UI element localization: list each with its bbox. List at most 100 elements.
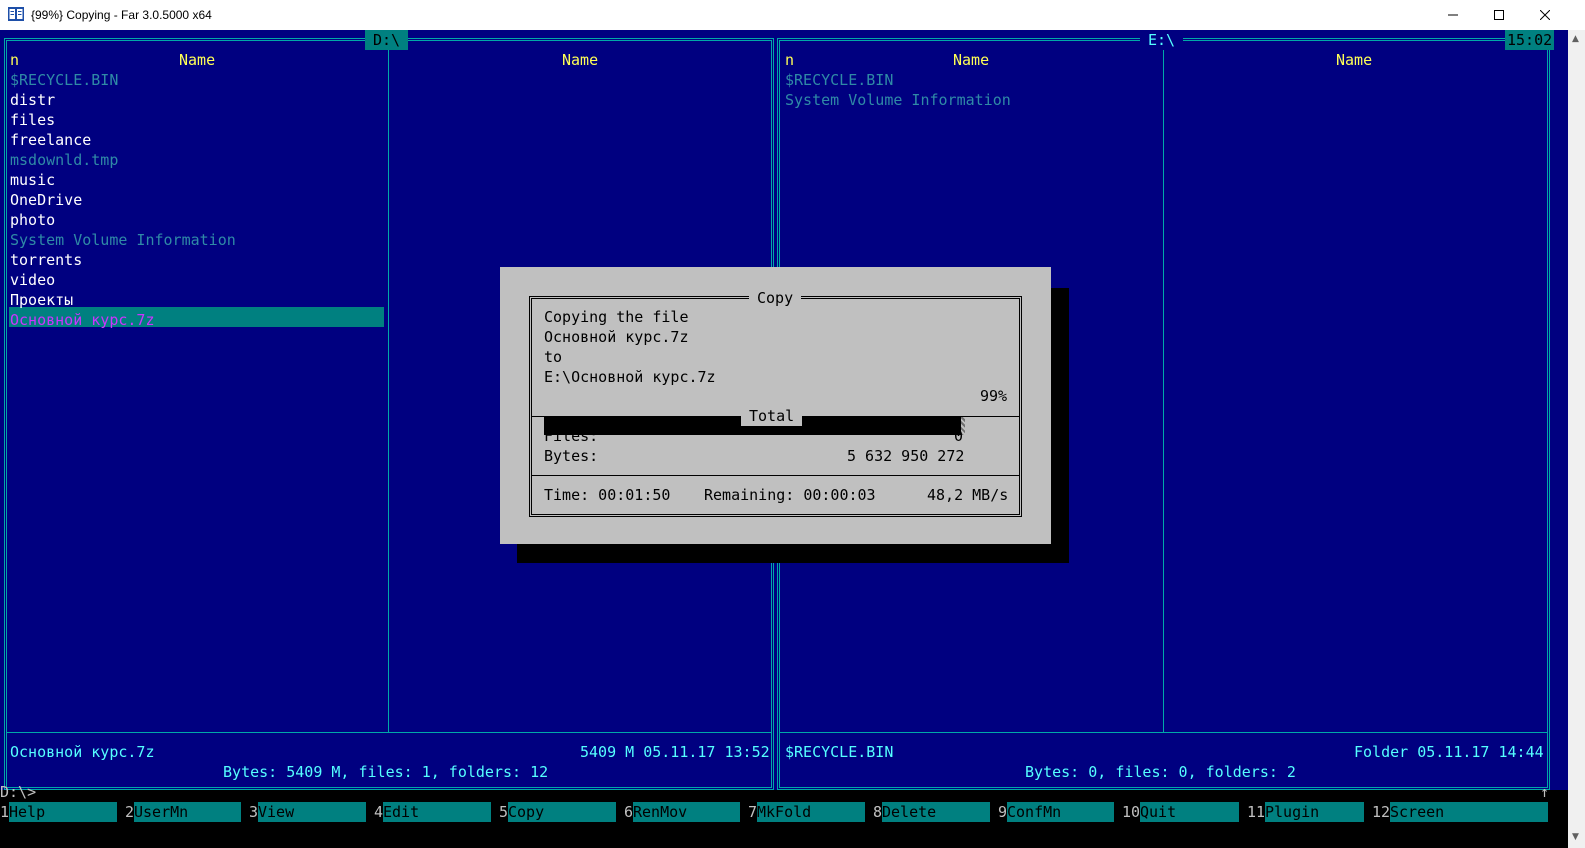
- fkey-label: View: [258, 802, 366, 822]
- remaining-time: Remaining: 00:00:03: [704, 486, 876, 504]
- left-file-item[interactable]: System Volume Information: [10, 230, 236, 250]
- fkey-number: 5: [499, 803, 509, 821]
- far-app-icon: [8, 7, 24, 21]
- fkey-number: 1: [0, 803, 10, 821]
- fkey-plugin[interactable]: 11 Plugin: [1247, 802, 1364, 822]
- window-title: {99%} Copying - Far 3.0.5000 x64: [31, 8, 212, 22]
- left-file-item[interactable]: photo: [10, 210, 55, 230]
- fkey-mkfold[interactable]: 7 MkFold: [748, 802, 865, 822]
- copy-status-line: Copying the file: [544, 308, 689, 326]
- close-button[interactable]: [1522, 0, 1568, 30]
- fkey-usermn[interactable]: 2 UserMn: [125, 802, 241, 822]
- fkey-renmov[interactable]: 6 RenMov: [624, 802, 740, 822]
- fkey-confmn[interactable]: 9 ConfMn: [998, 802, 1114, 822]
- fkey-number: 3: [249, 803, 259, 821]
- fkey-label: Copy: [508, 802, 616, 822]
- function-key-bar: 1 Help 2 UserMn 3 View 4 Edit 5 Copy 6 RenMov 7 MkFol…: [0, 802, 1568, 822]
- left-file-item[interactable]: msdownld.tmp: [10, 150, 118, 170]
- maximize-icon: [1494, 10, 1504, 20]
- left-col2-header: Name: [562, 51, 599, 69]
- left-status-info: 5409 M 05.11.17 13:52: [580, 743, 770, 761]
- window-titlebar: {99%} Copying - Far 3.0.5000 x64: [0, 0, 1585, 30]
- right-status-filename: $RECYCLE.BIN: [785, 743, 894, 761]
- copy-to-label: to: [544, 348, 563, 366]
- fkey-copy[interactable]: 5 Copy: [499, 802, 616, 822]
- fkey-number: 8: [873, 803, 883, 821]
- close-icon: [1540, 10, 1550, 20]
- left-panel-column-divider: [388, 41, 389, 732]
- fkey-label: Edit: [383, 802, 491, 822]
- left-file-item[interactable]: Проекты: [10, 290, 73, 310]
- total-label: Total: [741, 406, 803, 426]
- left-panel-summary: Bytes: 5409 M, files: 1, folders: 12: [214, 762, 558, 782]
- scroll-down-arrow-icon[interactable]: ▼: [1572, 832, 1579, 842]
- fkey-label: Screen: [1390, 802, 1548, 822]
- right-col2-header: Name: [1336, 51, 1373, 69]
- fkey-label: RenMov: [633, 802, 740, 822]
- copy-source-file: Основной курс.7z: [544, 328, 689, 346]
- copy-speed: 48,2 MB/s: [927, 486, 1009, 504]
- fkey-label: ConfMn: [1007, 802, 1114, 822]
- scroll-up-arrow-icon[interactable]: ▲: [1572, 34, 1579, 44]
- scroll-up-marker: ↑: [1540, 783, 1550, 801]
- fkey-label: Quit: [1140, 802, 1239, 822]
- fkey-view[interactable]: 3 View: [249, 802, 366, 822]
- right-panel-path[interactable]: E:\: [1140, 30, 1184, 50]
- left-file-item[interactable]: distr: [10, 90, 55, 110]
- fkey-quit[interactable]: 10 Quit: [1122, 802, 1239, 822]
- fkey-edit[interactable]: 4 Edit: [374, 802, 491, 822]
- left-file-item[interactable]: video: [10, 270, 55, 290]
- fkey-number: 7: [748, 803, 758, 821]
- left-status-filename: Основной курс.7z: [10, 743, 155, 761]
- far-console: D:\ n Name Name $RECYCLE.BIN distr files fr…: [0, 30, 1568, 848]
- left-file-item[interactable]: music: [10, 170, 55, 190]
- left-file-item[interactable]: Основной курс.7z: [10, 310, 155, 330]
- right-file-item[interactable]: System Volume Information: [785, 90, 1011, 110]
- copy-dialog-title: Copy: [749, 288, 802, 308]
- right-panel-summary: Bytes: 0, files: 0, folders: 2: [1016, 762, 1305, 782]
- fkey-number: 10: [1122, 803, 1141, 821]
- minimize-button[interactable]: [1430, 0, 1476, 30]
- right-col1-header: Name: [953, 51, 990, 69]
- copy-progress-percent: 99%: [980, 387, 1008, 405]
- fkey-delete[interactable]: 8 Delete: [873, 802, 990, 822]
- copy-dialog[interactable]: Copy Copying the file Основной курс.7z t…: [500, 267, 1051, 544]
- fkey-help[interactable]: 1 Help: [0, 802, 117, 822]
- fkey-number: 4: [374, 803, 384, 821]
- right-status-info: Folder 05.11.17 14:44: [1354, 743, 1544, 761]
- files-label: Files:: [544, 427, 599, 445]
- left-file-item[interactable]: $RECYCLE.BIN: [10, 70, 118, 90]
- fkey-screen[interactable]: 12 Screen: [1372, 802, 1548, 822]
- fkey-label: Help: [9, 802, 117, 822]
- left-col1-header: Name: [179, 51, 216, 69]
- right-sort-mode: n: [785, 51, 795, 69]
- left-sort-mode: n: [10, 51, 20, 69]
- bytes-label: Bytes:: [544, 447, 599, 465]
- fkey-number: 12: [1372, 803, 1391, 821]
- bytes-value: 5 632 950 272: [847, 447, 965, 465]
- minimize-icon: [1448, 14, 1458, 16]
- command-line[interactable]: D:\> ↑: [0, 782, 1568, 802]
- fkey-number: 2: [125, 803, 135, 821]
- right-panel-status-divider: [780, 732, 1547, 733]
- fkey-number: 11: [1247, 803, 1266, 821]
- time-divider: [532, 475, 1019, 476]
- command-prompt: D:\>: [0, 783, 37, 801]
- left-file-item[interactable]: files: [10, 110, 55, 130]
- left-file-item[interactable]: freelance: [10, 130, 91, 150]
- left-panel-status-divider: [7, 732, 771, 733]
- left-panel-path[interactable]: D:\: [365, 30, 409, 50]
- fkey-label: UserMn: [134, 802, 241, 822]
- elapsed-time: Time: 00:01:50: [544, 486, 671, 504]
- right-panel-column-divider: [1163, 41, 1164, 732]
- right-file-item[interactable]: $RECYCLE.BIN: [785, 70, 893, 90]
- console-scrollbar[interactable]: ▲ ▼: [1568, 30, 1585, 848]
- left-file-item[interactable]: torrents: [10, 250, 82, 270]
- fkey-number: 9: [998, 803, 1008, 821]
- left-file-item[interactable]: OneDrive: [10, 190, 82, 210]
- fkey-label: Plugin: [1265, 802, 1364, 822]
- maximize-button[interactable]: [1476, 0, 1522, 30]
- clock: 15:02: [1505, 30, 1555, 50]
- fkey-label: MkFold: [757, 802, 865, 822]
- fkey-number: 6: [624, 803, 634, 821]
